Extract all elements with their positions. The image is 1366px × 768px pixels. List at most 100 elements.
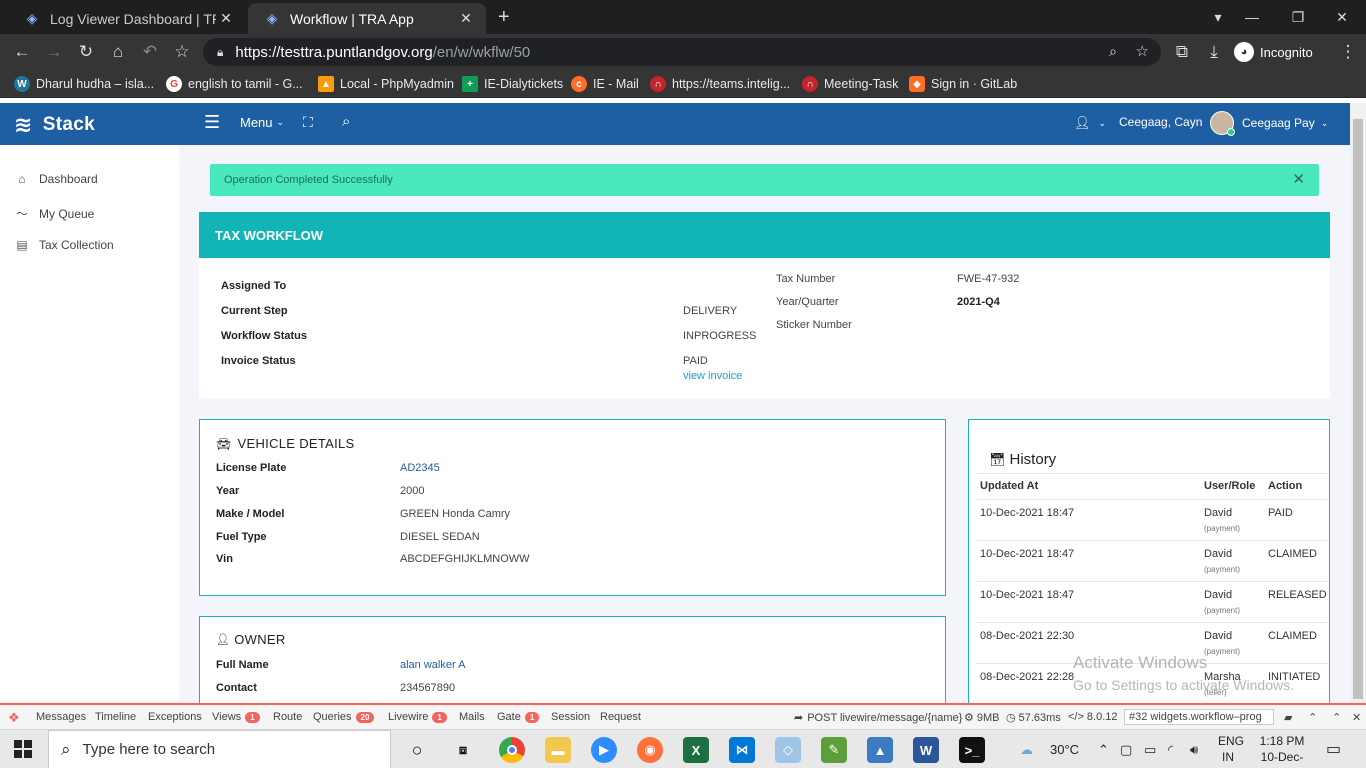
history-action: RELEASED — [1268, 589, 1327, 601]
vscode-icon[interactable]: ⋈ — [729, 737, 755, 763]
task-view-icon[interactable]: ⧈ — [450, 737, 476, 763]
restore-button[interactable]: ❐ — [1276, 0, 1320, 34]
terminal-icon[interactable]: >_ — [959, 737, 985, 763]
notepad-icon[interactable]: ✎ — [821, 737, 847, 763]
bookmark-item[interactable]: + IE-Dialytickets — [462, 75, 563, 93]
photos-icon[interactable]: ▲ — [867, 737, 893, 763]
tab-log-viewer[interactable]: ◈ Log Viewer Dashboard | TRA App ✕ — [8, 3, 246, 34]
taskbar-search-input[interactable]: ⌕ Type here to search — [48, 730, 391, 768]
history-date: 10-Dec-2021 18:47 — [980, 548, 1075, 560]
hamburger-icon[interactable]: ☰ — [204, 112, 220, 133]
alert-close-button[interactable]: ✕ — [1292, 170, 1305, 188]
debug-tab-exceptions[interactable]: Exceptions — [148, 711, 202, 723]
excel-icon[interactable]: X — [683, 737, 709, 763]
close-icon[interactable]: ✕ — [1352, 711, 1361, 724]
cortana-icon[interactable]: ○ — [404, 737, 430, 763]
wifi-icon[interactable]: ◜ — [1168, 742, 1173, 758]
page-scrollbar[interactable] — [1350, 103, 1366, 703]
forward-arrow-icon[interactable]: → — [42, 41, 66, 63]
url-host: https://testtra.puntlandgov.org — [235, 43, 433, 61]
incognito-badge[interactable]: ◕ Incognito — [1234, 40, 1313, 64]
bookmark-item[interactable]: ▲ Local - PhpMyadmin — [318, 75, 454, 93]
meet-icon[interactable]: ▢ — [1120, 742, 1132, 758]
debug-tab-timeline[interactable]: Timeline — [95, 711, 136, 723]
weather-icon[interactable]: ☁ — [1020, 742, 1033, 758]
full-name-label: Full Name — [216, 659, 269, 671]
bookmark-item[interactable]: Genglish to tamil - G... — [166, 75, 303, 93]
word-icon[interactable]: W — [913, 737, 939, 763]
debug-tab-request[interactable]: Request — [600, 711, 641, 723]
expand-icon[interactable]: ⌃ — [1332, 711, 1341, 724]
history-action: PAID — [1268, 507, 1293, 519]
file-explorer-icon[interactable]: ▬ — [545, 737, 571, 763]
bookmark-item[interactable]: c IE - Mail — [571, 75, 639, 93]
fullscreen-icon[interactable]: ⛶ — [303, 114, 313, 131]
debug-request-select[interactable]: #32 widgets.workflow–prog — [1124, 709, 1274, 725]
debug-tab-views[interactable]: Views 1 — [212, 711, 260, 723]
app-icon[interactable]: ◇ — [775, 737, 801, 763]
new-tab-button[interactable]: + — [498, 6, 510, 29]
view-invoice-link[interactable]: view invoice — [683, 370, 742, 382]
reload-icon[interactable]: ↻ — [74, 41, 98, 63]
divider — [977, 499, 1327, 500]
menu-dropdown[interactable]: Menu ⌄ — [240, 115, 284, 130]
scrollbar-thumb[interactable] — [1353, 119, 1363, 699]
debug-tab-livewire[interactable]: Livewire 1 — [388, 711, 447, 723]
tab-workflow[interactable]: ◈ Workflow | TRA App ✕ — [248, 3, 486, 34]
undo-icon[interactable]: ↶ — [138, 41, 162, 63]
sidebar-item-tax-collection[interactable]: ▤ Tax Collection — [15, 238, 113, 252]
user-dropdown[interactable]: 👤︎ ⌄ — [1074, 115, 1106, 131]
laravel-logo-icon[interactable]: ❖ — [8, 710, 20, 726]
url-bar[interactable]: 🔒︎ https://testtra.puntlandgov.org/en/w/… — [203, 38, 1161, 66]
debug-tab-gate[interactable]: Gate 1 — [497, 711, 540, 723]
chevron-up-icon[interactable]: ⌃ — [1308, 711, 1317, 724]
task-icon: ∩ — [802, 76, 818, 92]
bookmark-item[interactable]: W Dharul hudha – isla... — [14, 75, 154, 93]
volume-icon[interactable]: 🔊︎ — [1190, 742, 1198, 758]
zoom-icon[interactable]: ▶ — [591, 737, 617, 763]
system-clock[interactable]: 1:18 PM 10-Dec-21 — [1254, 733, 1310, 768]
crop-icon[interactable]: ⧉ — [1170, 41, 1194, 63]
brand-logo[interactable]: ≋ Stack — [14, 112, 95, 138]
minimize-button[interactable]: — — [1230, 0, 1274, 34]
zoom-search-icon[interactable]: ⌕ — [1109, 43, 1117, 60]
full-name-link[interactable]: alan walker A — [400, 659, 465, 671]
history-user: David — [1204, 548, 1233, 560]
divider — [977, 473, 1327, 474]
profile-menu[interactable]: Ceegaag Pay ⌄ — [1210, 111, 1328, 136]
folder-icon[interactable]: ▰ — [1284, 711, 1292, 724]
back-arrow-icon[interactable]: ← — [10, 41, 34, 63]
debug-bar: ❖ Messages Timeline Exceptions Views 1 Ro… — [0, 703, 1366, 729]
bookmark-item[interactable]: ◆ Sign in · GitLab — [909, 75, 1017, 93]
download-icon[interactable]: ⤓ — [1202, 41, 1226, 63]
battery-icon[interactable]: ▭ — [1144, 742, 1156, 758]
debug-tab-route[interactable]: Route — [273, 711, 302, 723]
chevron-up-icon[interactable]: ⌃ — [1098, 742, 1109, 758]
sidebar-item-my-queue[interactable]: 〜 My Queue — [15, 205, 94, 222]
debug-tab-session[interactable]: Session — [551, 711, 590, 723]
language-indicator[interactable]: ENG IN — [1218, 733, 1244, 765]
tab-close-icon[interactable]: ✕ — [456, 10, 476, 27]
bookmark-item[interactable]: ∩ Meeting-Task — [802, 75, 898, 93]
notification-icon[interactable]: ▭ — [1326, 739, 1341, 759]
windows-start-icon[interactable] — [14, 740, 32, 758]
debug-tab-messages[interactable]: Messages — [36, 711, 86, 723]
debug-tab-mails[interactable]: Mails — [459, 711, 485, 723]
firefox-icon[interactable]: ◉ — [637, 737, 663, 763]
tab-close-icon[interactable]: ✕ — [216, 10, 236, 27]
gitlab-icon: ◆ — [909, 76, 925, 92]
license-plate-link[interactable]: AD2345 — [400, 462, 440, 474]
history-role: (payment) — [1204, 565, 1241, 574]
google-icon: G — [166, 76, 182, 92]
home-icon[interactable]: ⌂ — [106, 41, 130, 63]
chrome-icon[interactable] — [499, 737, 525, 763]
search-icon[interactable]: ⌕ — [342, 113, 350, 130]
star-icon[interactable]: ☆ — [1136, 42, 1149, 60]
sidebar-item-dashboard[interactable]: ⌂ Dashboard — [15, 172, 97, 186]
bookmark-item[interactable]: ∩ https://teams.intelig... — [650, 75, 790, 93]
debug-tab-queries[interactable]: Queries 20 — [313, 711, 375, 723]
bookmark-star-icon[interactable]: ☆ — [170, 41, 194, 63]
more-menu-icon[interactable]: ⋮ — [1336, 41, 1360, 63]
stack-favicon-icon: ◈ — [26, 10, 38, 26]
close-window-button[interactable]: ✕ — [1320, 0, 1364, 34]
